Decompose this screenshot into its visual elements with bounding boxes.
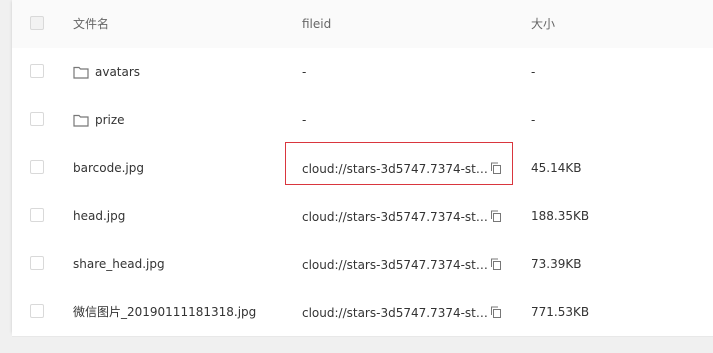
- table-row[interactable]: 微信图片_20190111181318.jpg cloud://stars-3d…: [12, 288, 713, 337]
- size-cell: -: [531, 65, 536, 79]
- fileid-cell: -: [302, 113, 307, 127]
- row-checkbox[interactable]: [30, 112, 44, 126]
- folder-icon: [73, 66, 89, 79]
- row-checkbox[interactable]: [30, 304, 44, 318]
- size-cell: 45.14KB: [531, 161, 582, 175]
- file-table: 文件名 fileid 大小 avatars - - prize - - barc…: [12, 0, 713, 337]
- fileid-text: cloud://stars-3d5747.7374-stars-…: [302, 305, 488, 320]
- copy-icon[interactable]: [490, 258, 502, 270]
- copy-icon[interactable]: [490, 210, 502, 222]
- row-checkbox[interactable]: [30, 208, 44, 222]
- table-row[interactable]: prize - -: [12, 96, 713, 145]
- name-cell[interactable]: share_head.jpg: [73, 240, 165, 288]
- select-all-checkbox[interactable]: [30, 16, 44, 30]
- file-name[interactable]: prize: [95, 113, 125, 127]
- size-cell: 73.39KB: [531, 257, 582, 271]
- fileid-text: cloud://stars-3d5747.7374-stars-…: [302, 257, 488, 272]
- fileid-cell: cloud://stars-3d5747.7374-stars-…: [302, 144, 502, 192]
- fileid-cell: cloud://stars-3d5747.7374-stars-…: [302, 192, 502, 240]
- table-row[interactable]: avatars - -: [12, 48, 713, 97]
- header-size[interactable]: 大小: [531, 0, 555, 48]
- copy-icon[interactable]: [490, 306, 502, 318]
- file-name[interactable]: avatars: [95, 65, 140, 79]
- name-cell[interactable]: head.jpg: [73, 192, 125, 240]
- table-row[interactable]: share_head.jpg cloud://stars-3d5747.7374…: [12, 240, 713, 289]
- fileid-cell: cloud://stars-3d5747.7374-stars-…: [302, 240, 502, 288]
- table-row[interactable]: head.jpg cloud://stars-3d5747.7374-stars…: [12, 192, 713, 241]
- name-cell[interactable]: 微信图片_20190111181318.jpg: [73, 288, 256, 336]
- table-header: 文件名 fileid 大小: [12, 0, 713, 49]
- row-checkbox[interactable]: [30, 64, 44, 78]
- name-cell[interactable]: avatars: [73, 48, 140, 96]
- size-cell: 188.35KB: [531, 209, 590, 223]
- fileid-text: cloud://stars-3d5747.7374-stars-…: [302, 161, 488, 176]
- fileid-cell: -: [302, 65, 307, 79]
- header-fileid[interactable]: fileid: [302, 0, 331, 48]
- name-cell[interactable]: prize: [73, 96, 125, 144]
- size-cell: -: [531, 113, 536, 127]
- copy-icon[interactable]: [490, 162, 502, 174]
- row-checkbox[interactable]: [30, 256, 44, 270]
- row-checkbox[interactable]: [30, 160, 44, 174]
- name-cell[interactable]: barcode.jpg: [73, 144, 144, 192]
- table-row[interactable]: barcode.jpg cloud://stars-3d5747.7374-st…: [12, 144, 713, 193]
- fileid-cell: cloud://stars-3d5747.7374-stars-…: [302, 288, 502, 336]
- fileid-text: cloud://stars-3d5747.7374-stars-…: [302, 209, 488, 224]
- folder-icon: [73, 114, 89, 127]
- header-name[interactable]: 文件名: [73, 0, 109, 48]
- size-cell: 771.53KB: [531, 305, 590, 319]
